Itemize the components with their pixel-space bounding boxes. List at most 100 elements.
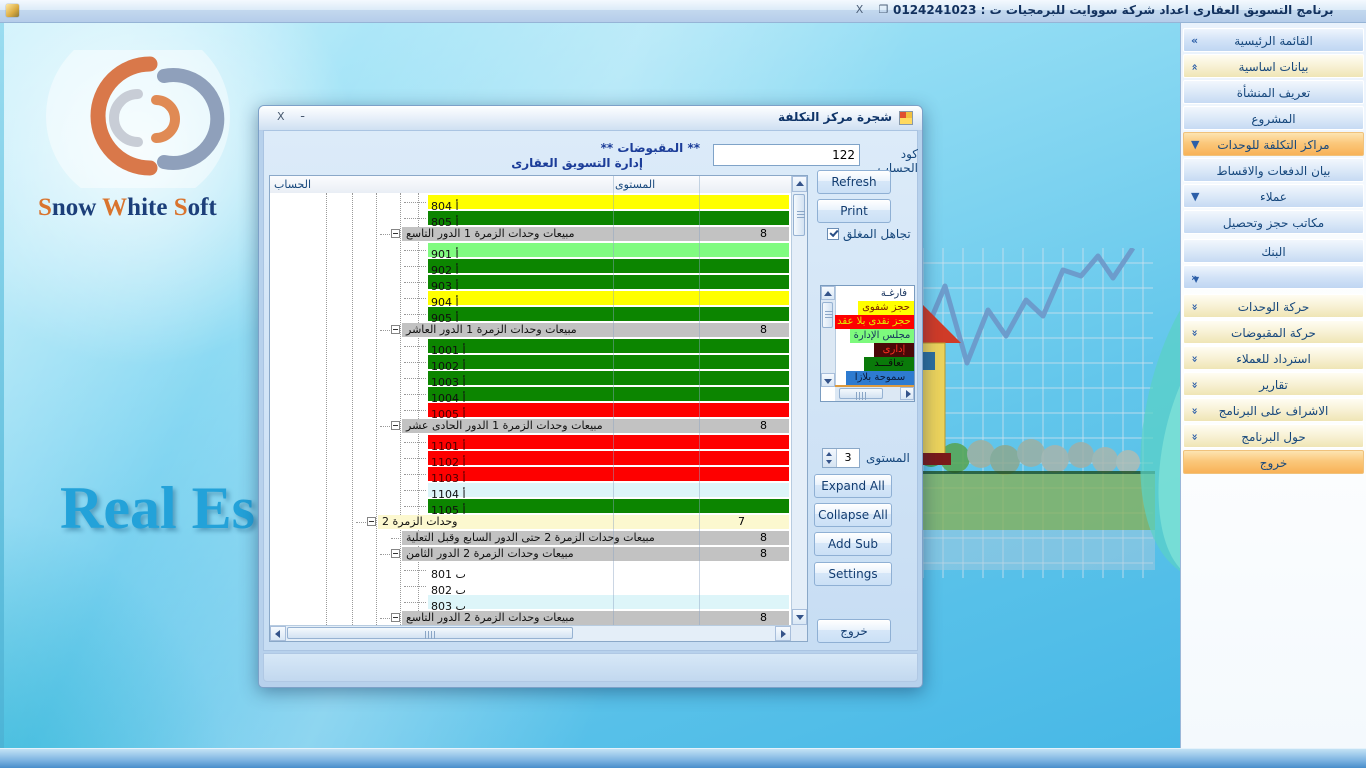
- collapse-minus-icon[interactable]: [391, 325, 400, 334]
- account-code-input[interactable]: 122: [713, 144, 860, 166]
- sidebar-item-client-refunds[interactable]: »استرداد للعملاء: [1183, 346, 1364, 370]
- sidebar-item-clients[interactable]: ▼عملاء: [1183, 184, 1364, 208]
- collapse-minus-icon[interactable]: [367, 517, 376, 526]
- maximize-icon[interactable]: ❐: [876, 2, 891, 17]
- print-button[interactable]: Print: [817, 199, 891, 223]
- close-icon[interactable]: X: [852, 2, 867, 17]
- scrollbar-thumb[interactable]: [287, 627, 573, 639]
- column-header-level[interactable]: المستوى: [615, 178, 655, 191]
- sidebar-item-about-program[interactable]: »حول البرنامج: [1183, 424, 1364, 448]
- sidebar-item-units-movement[interactable]: »حركة الوحدات: [1183, 294, 1364, 318]
- collapse-minus-icon[interactable]: [391, 613, 400, 622]
- sidebar-item-main-menu[interactable]: «القائمة الرئيسية: [1183, 28, 1364, 52]
- tree-row[interactable]: 802 ب: [270, 578, 791, 594]
- sidebar-item-basic-data[interactable]: «بيانات اساسية: [1183, 54, 1364, 78]
- spinner-arrows-icon[interactable]: [823, 449, 837, 467]
- legend-item[interactable]: [835, 384, 914, 387]
- legend-item[interactable]: فارغـة: [835, 286, 914, 300]
- scroll-right-icon[interactable]: [900, 387, 914, 400]
- legend-item[interactable]: إدارى: [835, 342, 914, 356]
- level-spinner[interactable]: 3: [822, 448, 860, 468]
- tree-row[interactable]: 1004 أ: [270, 386, 791, 402]
- tree-row[interactable]: 803 ب: [270, 594, 791, 610]
- expand-all-button[interactable]: Expand All: [814, 474, 892, 498]
- scrollbar-thumb[interactable]: [839, 388, 883, 399]
- tree-row[interactable]: 904 أ: [270, 290, 791, 306]
- scrollbar-thumb[interactable]: [793, 194, 805, 236]
- dialog-exit-button[interactable]: خروج: [817, 619, 891, 643]
- scroll-up-icon[interactable]: [821, 286, 835, 300]
- sidebar-item-reports[interactable]: »تقارير: [1183, 372, 1364, 396]
- tree-row[interactable]: مبيعات وحدات الزمرة 2 حتى الدور السابع و…: [270, 530, 791, 546]
- unit-status-bar: 1002 أ: [428, 355, 789, 369]
- tree-row[interactable]: 905 أ: [270, 306, 791, 322]
- tree-row[interactable]: مبيعات وحدات الزمرة 2 الدور التاسع8: [270, 610, 791, 625]
- tree-row[interactable]: 903 أ: [270, 274, 791, 290]
- sidebar-item-receipts-movement[interactable]: »حركة المقبوضات: [1183, 320, 1364, 344]
- tree-row[interactable]: وحدات الزمرة 27: [270, 514, 791, 530]
- dialog-titlebar[interactable]: شجرة مركز التكلفة X ـ: [259, 106, 922, 131]
- sidebar-item-unit-cost-centers[interactable]: ▼مراكز التكلفة للوحدات: [1183, 132, 1364, 156]
- tree-row[interactable]: 1003 أ: [270, 370, 791, 386]
- tree-row[interactable]: مبيعات وحدات الزمرة 1 الدور التاسع8: [270, 226, 791, 242]
- legend-vertical-scrollbar[interactable]: [821, 286, 836, 387]
- tree-connector: [404, 506, 426, 507]
- sidebar-item-collapsed-group[interactable]: »▼: [1183, 265, 1364, 289]
- tree-row[interactable]: مبيعات وحدات الزمرة 1 الدور الحادى عشر8: [270, 418, 791, 434]
- chev-down-icon: »: [1191, 295, 1198, 319]
- tree-row[interactable]: 1101 أ: [270, 434, 791, 450]
- scrollbar-thumb[interactable]: [822, 302, 833, 328]
- scroll-right-icon[interactable]: [775, 626, 791, 641]
- ignore-closed-checkbox[interactable]: [827, 228, 839, 240]
- tree-row[interactable]: مبيعات وحدات الزمرة 1 الدور العاشر8: [270, 322, 791, 338]
- tree-row[interactable]: 804 أ: [270, 194, 791, 210]
- sidebar-item-program-supervision[interactable]: »الاشراف على البرنامج: [1183, 398, 1364, 422]
- tree-row[interactable]: 801 ب: [270, 562, 791, 578]
- tree-row[interactable]: 1002 أ: [270, 354, 791, 370]
- sidebar-item-define-establishment[interactable]: تعريف المنشأة: [1183, 80, 1364, 104]
- settings-button[interactable]: Settings: [814, 562, 892, 586]
- sidebar-item-booking-offices[interactable]: مكاتب حجز وتحصيل: [1183, 210, 1364, 234]
- column-header-account[interactable]: الحساب: [274, 178, 311, 191]
- dialog-minimize-icon[interactable]: ـ: [301, 107, 304, 120]
- scroll-up-icon[interactable]: [792, 176, 807, 192]
- tree-row[interactable]: 1005 أ: [270, 402, 791, 418]
- tree-row[interactable]: 901 أ: [270, 242, 791, 258]
- grid-horizontal-scrollbar[interactable]: [270, 625, 791, 641]
- chev-up-icon: «: [1191, 55, 1198, 79]
- tree-row[interactable]: 1102 أ: [270, 450, 791, 466]
- collapse-minus-icon[interactable]: [391, 549, 400, 558]
- scroll-left-icon[interactable]: [270, 626, 286, 641]
- legend-horizontal-scrollbar[interactable]: [835, 386, 914, 401]
- sidebar-item-payments-installments[interactable]: بيان الدفعات والاقساط: [1183, 158, 1364, 182]
- tree-row[interactable]: 1105 أ: [270, 498, 791, 514]
- legend-item[interactable]: سموحة بلازا: [835, 370, 914, 384]
- tree-row[interactable]: 1001 أ: [270, 338, 791, 354]
- bottom-bar: [0, 748, 1366, 768]
- tree-row[interactable]: 902 أ: [270, 258, 791, 274]
- unit-status-bar: 903 أ: [428, 275, 789, 289]
- tree-row[interactable]: مبيعات وحدات الزمرة 2 الدور الثامن8: [270, 546, 791, 562]
- legend-item[interactable]: حجز نقدى بلا عقد: [835, 314, 914, 328]
- refresh-button[interactable]: Refresh: [817, 170, 891, 194]
- add-sub-button[interactable]: Add Sub: [814, 532, 892, 556]
- tree-row[interactable]: 1103 أ: [270, 466, 791, 482]
- scroll-down-icon[interactable]: [821, 373, 835, 387]
- tree-connector: [404, 474, 426, 475]
- scroll-down-icon[interactable]: [792, 609, 807, 625]
- collapse-all-button[interactable]: Collapse All: [814, 503, 892, 527]
- collapse-minus-icon[interactable]: [391, 421, 400, 430]
- tree-row[interactable]: 805 أ: [270, 210, 791, 226]
- dialog-close-icon[interactable]: X: [277, 110, 285, 123]
- sidebar-item-exit[interactable]: خروج: [1183, 450, 1364, 474]
- grid-vertical-scrollbar[interactable]: [791, 176, 807, 625]
- collapse-minus-icon[interactable]: [391, 229, 400, 238]
- grid-header[interactable]: الحساب المستوى: [270, 176, 791, 194]
- tree-row[interactable]: 1104 أ: [270, 482, 791, 498]
- sidebar-item-bank[interactable]: البنك: [1183, 239, 1364, 263]
- sidebar-item-project[interactable]: المشروع: [1183, 106, 1364, 130]
- grid-icon: [899, 111, 913, 125]
- legend-item[interactable]: حجز شفوى: [835, 300, 914, 314]
- legend-item[interactable]: مجلس الإدارة: [835, 328, 914, 342]
- legend-item[interactable]: تعاقـــد: [835, 356, 914, 370]
